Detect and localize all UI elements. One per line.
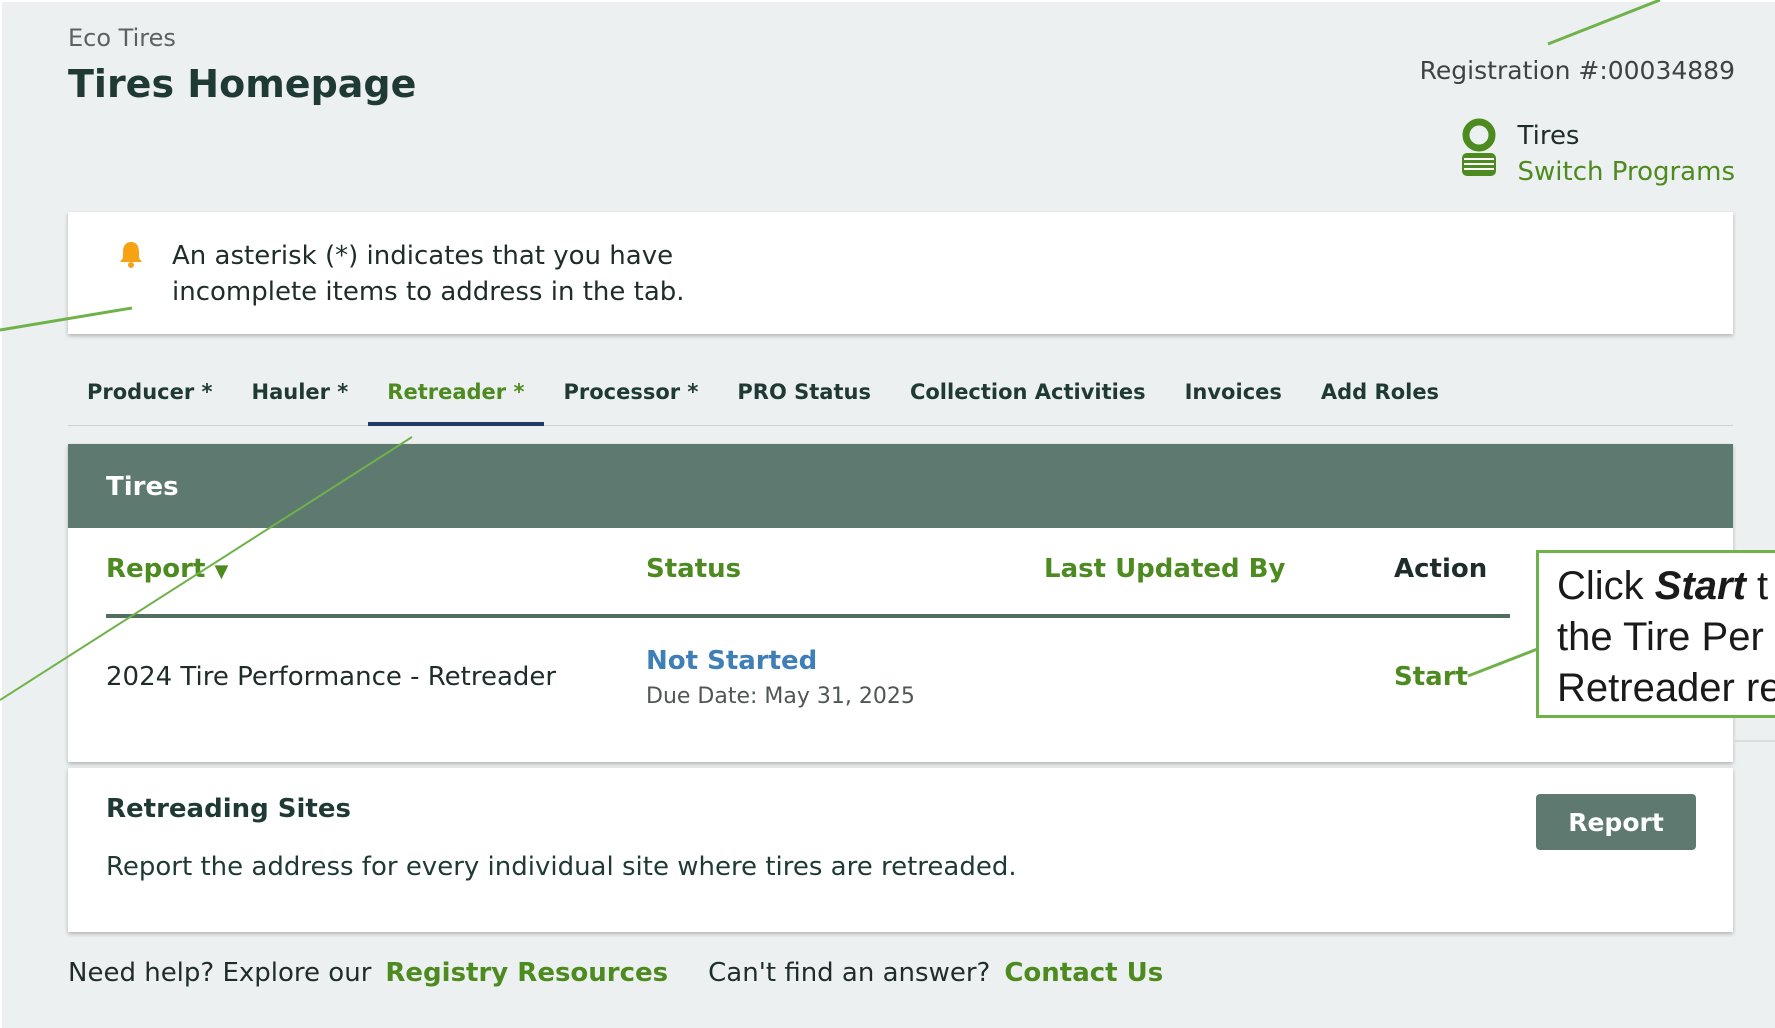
registry-resources-link[interactable]: Registry Resources [385, 958, 668, 988]
incomplete-items-alert: An asterisk (*) indicates that you have … [68, 212, 1733, 334]
alert-message: An asterisk (*) indicates that you have … [172, 241, 685, 307]
due-date: Due Date: May 31, 2025 [646, 684, 915, 709]
callout-divider [1733, 740, 1775, 742]
column-header-report-label: Report [106, 554, 206, 584]
program-name: Tires [1517, 121, 1580, 151]
callout-line-1: Click Start t [1557, 564, 1769, 608]
sort-arrow-icon[interactable]: ▼ [214, 561, 228, 582]
callout-line-3: Retreader re [1557, 666, 1775, 710]
callout-line-2: the Tire Per [1557, 615, 1764, 659]
start-report-link[interactable]: Start [1394, 662, 1468, 692]
registration-number: Registration #:00034889 [1419, 56, 1735, 85]
retreading-sites-card: Retreading Sites Report the address for … [68, 768, 1733, 932]
help-footer: Need help? Explore our Registry Resource… [68, 958, 1163, 988]
column-header-report[interactable]: Report ▼ [106, 554, 228, 584]
tab-collection-activities[interactable]: Collection Activities [891, 370, 1166, 426]
column-header-last-updated-by[interactable]: Last Updated By [1044, 554, 1285, 584]
answer-prefix: Can't find an answer? [708, 958, 991, 988]
page-title: Tires Homepage [68, 62, 417, 106]
switch-programs-link[interactable]: Switch Programs [1518, 154, 1735, 190]
column-header-action: Action [1394, 554, 1488, 584]
tire-icon [1460, 118, 1498, 182]
footer-gap [668, 958, 708, 988]
tab-pro-status[interactable]: PRO Status [718, 370, 891, 426]
role-tabs: Producer * Hauler * Retreader * Processo… [68, 370, 1733, 426]
help-prefix: Need help? Explore our [68, 958, 372, 988]
status-badge: Not Started [646, 646, 818, 676]
reports-card: Tires Report ▼ Status Last Updated By Ac… [68, 444, 1733, 762]
column-header-status[interactable]: Status [646, 554, 741, 584]
program-switcher: Tires Switch Programs [1460, 118, 1735, 190]
bell-icon [118, 240, 144, 272]
tab-retreader[interactable]: Retreader * [368, 370, 545, 426]
sites-description: Report the address for every individual … [106, 852, 1017, 882]
tab-hauler[interactable]: Hauler * [233, 370, 369, 426]
contact-us-link[interactable]: Contact Us [1004, 958, 1163, 988]
report-name: 2024 Tire Performance - Retreader [106, 662, 557, 692]
table-header-divider [106, 614, 1510, 618]
tab-processor[interactable]: Processor * [544, 370, 718, 426]
tab-producer[interactable]: Producer * [68, 370, 233, 426]
sites-title: Retreading Sites [106, 794, 351, 824]
instruction-callout: Click Start t the Tire Per Retreader re [1536, 550, 1775, 718]
tab-invoices[interactable]: Invoices [1166, 370, 1302, 426]
org-name: Eco Tires [68, 24, 176, 52]
reports-card-title: Tires [68, 444, 1733, 528]
tab-add-roles[interactable]: Add Roles [1302, 370, 1459, 426]
report-sites-button[interactable]: Report [1536, 794, 1696, 850]
